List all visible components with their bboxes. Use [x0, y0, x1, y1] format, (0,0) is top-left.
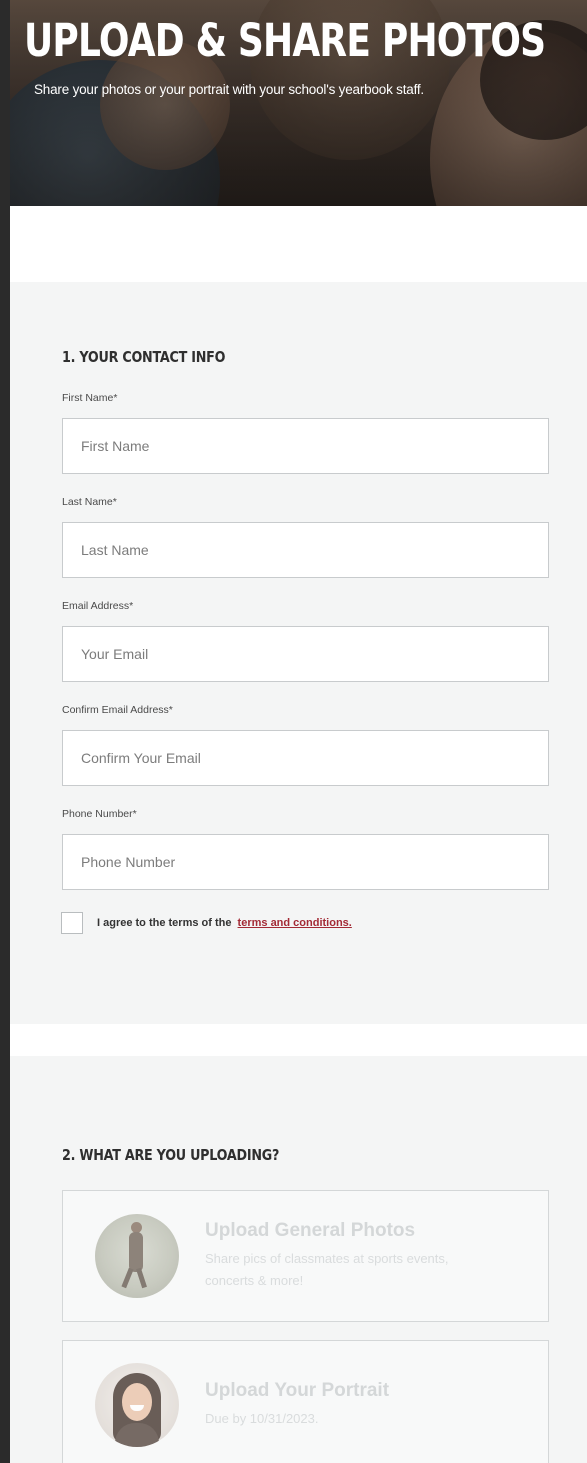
first-name-label: First Name*	[62, 392, 118, 404]
card-text: Upload General Photos Share pics of clas…	[205, 1220, 485, 1292]
upload-portrait-description: Due by 10/31/2023.	[205, 1411, 319, 1426]
upload-general-photos-description: Share pics of classmates at sports event…	[205, 1251, 449, 1288]
terms-text: I agree to the terms of the	[97, 917, 232, 929]
portrait-photo-icon	[95, 1363, 179, 1447]
email-label: Email Address*	[62, 600, 134, 612]
runner-photo-icon	[95, 1214, 179, 1298]
upload-type-section: 2. WHAT ARE YOU UPLOADING? Upload Genera…	[10, 1056, 587, 1463]
first-name-field[interactable]	[62, 418, 549, 474]
last-name-field[interactable]	[62, 522, 549, 578]
contact-info-heading: 1. YOUR CONTACT INFO	[62, 348, 226, 366]
page-frame: UPLOAD & SHARE PHOTOS Share your photos …	[0, 0, 587, 1463]
spacer	[10, 206, 587, 282]
upload-portrait-card[interactable]: Upload Your Portrait Due by 10/31/2023.	[62, 1340, 549, 1463]
terms-checkbox[interactable]	[61, 912, 83, 934]
contact-info-section: 1. YOUR CONTACT INFO First Name* Last Na…	[10, 282, 587, 1024]
phone-field[interactable]	[62, 834, 549, 890]
runner-leg-shape	[121, 1267, 134, 1289]
phone-label: Phone Number*	[62, 808, 137, 820]
confirm-email-field[interactable]	[62, 730, 549, 786]
section-gap	[10, 1024, 587, 1056]
page-subtitle: Share your photos or your portrait with …	[34, 82, 424, 97]
email-field[interactable]	[62, 626, 549, 682]
page-title: UPLOAD & SHARE PHOTOS	[24, 14, 546, 67]
upload-general-photos-card[interactable]: Upload General Photos Share pics of clas…	[62, 1190, 549, 1322]
confirm-email-label: Confirm Email Address*	[62, 704, 173, 716]
runner-body-shape	[129, 1232, 143, 1272]
card-text: Upload Your Portrait Due by 10/31/2023.	[205, 1380, 389, 1430]
terms-label: I agree to the terms of the terms and co…	[97, 917, 352, 929]
last-name-label: Last Name*	[62, 496, 117, 508]
hero-banner: UPLOAD & SHARE PHOTOS Share your photos …	[10, 0, 587, 206]
runner-leg-shape	[136, 1267, 147, 1289]
upload-portrait-title: Upload Your Portrait	[205, 1380, 390, 1401]
terms-agreement-row: I agree to the terms of the terms and co…	[61, 912, 549, 934]
terms-link[interactable]: terms and conditions.	[238, 917, 352, 929]
portrait-face-shape	[122, 1383, 152, 1421]
upload-general-photos-title: Upload General Photos	[205, 1220, 416, 1241]
upload-type-heading: 2. WHAT ARE YOU UPLOADING?	[62, 1146, 280, 1164]
